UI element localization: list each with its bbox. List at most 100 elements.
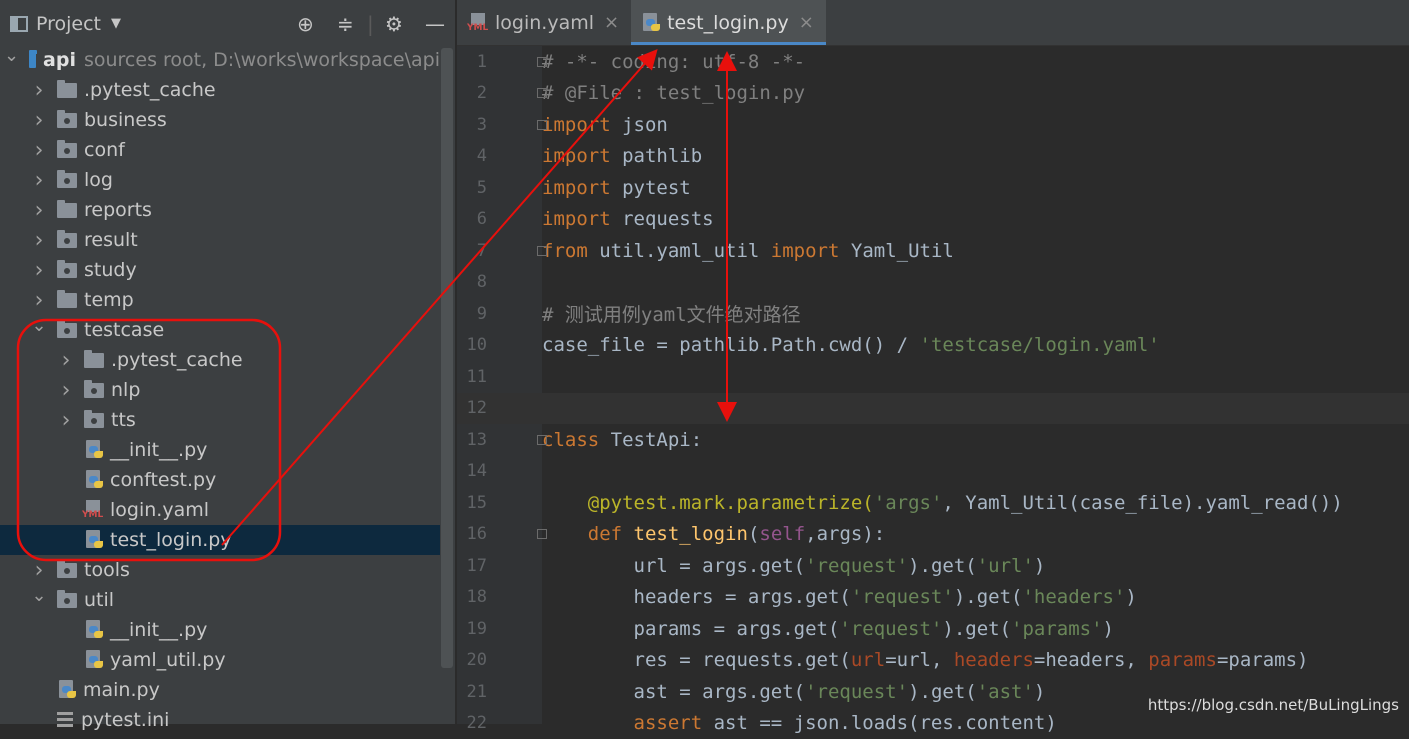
chevron-right-icon[interactable]: › xyxy=(58,348,74,373)
fold-marker-icon[interactable] xyxy=(537,435,547,445)
chevron-right-icon[interactable]: › xyxy=(31,138,47,163)
chevron-right-icon[interactable]: › xyxy=(31,288,47,313)
chevron-right-icon[interactable]: › xyxy=(31,258,47,283)
code-line[interactable]: 8 xyxy=(457,267,1409,299)
chevron-right-icon[interactable]: › xyxy=(31,228,47,253)
tab-test-login-py[interactable]: test_login.py× xyxy=(631,0,826,45)
tree-item-tools[interactable]: ›tools xyxy=(0,555,440,585)
tree-item-log[interactable]: › log xyxy=(0,165,440,195)
fold-marker-icon[interactable] xyxy=(537,120,547,130)
code-line[interactable]: 4import pathlib xyxy=(457,141,1409,173)
code-line[interactable]: 11 xyxy=(457,361,1409,393)
chevron-down-icon[interactable]: ⌄ xyxy=(31,585,47,606)
code-line[interactable]: 2# @File : test_login.py xyxy=(457,78,1409,110)
tree-item-pytest-cache[interactable]: ›.pytest_cache xyxy=(0,75,440,105)
code-line[interactable]: 12 xyxy=(457,393,1409,425)
tree-item-label: business xyxy=(84,109,167,131)
tree-item-conftest-py[interactable]: conftest.py xyxy=(0,465,440,495)
code-token: 'params' xyxy=(1011,618,1103,640)
tree-item-label: reports xyxy=(84,199,152,221)
chevron-right-icon[interactable]: › xyxy=(31,168,47,193)
code-line[interactable]: 18 headers = args.get('request').get('he… xyxy=(457,582,1409,614)
code-line[interactable]: 10case_file = pathlib.Path.cwd() / 'test… xyxy=(457,330,1409,362)
tree-item-result[interactable]: ›result xyxy=(0,225,440,255)
tree-item-label: pytest.ini xyxy=(81,709,169,731)
tree-item-util[interactable]: ⌄util xyxy=(0,585,440,615)
chevron-right-icon[interactable]: › xyxy=(58,378,74,403)
tree-item-init-py[interactable]: __init__.py xyxy=(0,615,440,645)
chevron-down-icon[interactable]: ⌄ xyxy=(4,45,19,66)
code-line[interactable]: 20 res = requests.get(url=url, headers=h… xyxy=(457,645,1409,677)
tree-item-init-py[interactable]: __init__.py xyxy=(0,435,440,465)
code-token: # @File : test_login.py xyxy=(542,82,805,104)
code-line[interactable]: 15 @pytest.mark.parametrize('args', Yaml… xyxy=(457,487,1409,519)
project-tree: ⌄apisources root, D:\works\workspace\api… xyxy=(0,45,440,735)
gear-icon[interactable]: ⚙ xyxy=(385,12,403,36)
code-line[interactable]: 3import json xyxy=(457,109,1409,141)
close-icon[interactable]: × xyxy=(604,12,619,33)
tree-item-study[interactable]: ›study xyxy=(0,255,440,285)
tree-item-yaml-util-py[interactable]: yaml_util.py xyxy=(0,645,440,675)
tree-item-main-py[interactable]: main.py xyxy=(0,675,440,705)
code-line[interactable]: 9# 测试用例yaml文件绝对路径 xyxy=(457,298,1409,330)
fold-marker-icon[interactable] xyxy=(537,529,547,539)
watermark: https://blog.csdn.net/BuLingLings xyxy=(1148,696,1399,714)
tree-item-conf[interactable]: ›conf xyxy=(0,135,440,165)
tree-item-pytest-ini[interactable]: pytest.ini xyxy=(0,705,440,735)
code-line[interactable]: 5import pytest xyxy=(457,172,1409,204)
tree-item-temp[interactable]: ›temp xyxy=(0,285,440,315)
code-token: 'request' xyxy=(839,618,942,640)
fold-marker-icon[interactable] xyxy=(537,246,547,256)
line-number: 1 xyxy=(457,52,542,72)
code-line[interactable]: 7from util.yaml_util import Yaml_Util xyxy=(457,235,1409,267)
chevron-right-icon[interactable]: › xyxy=(58,408,74,433)
fold-marker-icon[interactable] xyxy=(537,88,547,98)
tree-item-api[interactable]: ⌄apisources root, D:\works\workspace\api xyxy=(0,45,440,75)
chevron-right-icon[interactable]: › xyxy=(31,558,47,583)
tree-item-label: api xyxy=(43,49,76,71)
tree-item-label: log xyxy=(84,169,113,191)
source-root-folder-icon xyxy=(29,53,36,68)
editor-tabs: YMLlogin.yaml×test_login.py× xyxy=(457,0,1409,46)
tab-login-yaml[interactable]: YMLlogin.yaml× xyxy=(457,0,631,45)
package-folder-icon xyxy=(57,263,77,278)
minimize-icon[interactable]: — xyxy=(425,12,445,36)
code-token: ) xyxy=(1125,586,1136,608)
code-line[interactable]: 1# -*- coding: utf-8 -*- xyxy=(457,46,1409,78)
fold-marker-icon[interactable] xyxy=(537,57,547,67)
code-line[interactable]: 19 params = args.get('request').get('par… xyxy=(457,613,1409,645)
chevron-right-icon[interactable]: › xyxy=(31,78,47,103)
tree-item-business[interactable]: › business xyxy=(0,105,440,135)
code-line[interactable]: 16 def test_login(self,args): xyxy=(457,519,1409,551)
line-number: 10 xyxy=(457,335,542,355)
tree-item-nlp[interactable]: ›nlp xyxy=(0,375,440,405)
code-line[interactable]: 17 url = args.get('request').get('url') xyxy=(457,550,1409,582)
tree-item-tts[interactable]: ›tts xyxy=(0,405,440,435)
line-number: 7 xyxy=(457,241,542,261)
python-file-icon xyxy=(57,680,77,700)
tree-item-testcase[interactable]: ⌄testcase xyxy=(0,315,440,345)
chevron-right-icon[interactable]: › xyxy=(31,108,47,133)
project-panel-title[interactable]: Project xyxy=(36,13,101,35)
code-token: ( xyxy=(748,523,759,545)
code-line[interactable]: 6import requests xyxy=(457,204,1409,236)
locate-icon[interactable]: ⊕ xyxy=(297,12,314,36)
code-line[interactable]: 13class TestApi: xyxy=(457,424,1409,456)
python-file-icon xyxy=(84,530,104,550)
close-icon[interactable]: × xyxy=(799,12,814,33)
collapse-all-icon[interactable]: ≑ xyxy=(337,12,354,36)
code-token: ) xyxy=(1034,555,1045,577)
chevron-down-icon[interactable]: ⌄ xyxy=(31,315,47,336)
tree-item-reports[interactable]: › reports xyxy=(0,195,440,225)
chevron-right-icon[interactable]: › xyxy=(31,198,47,223)
package-folder-icon xyxy=(57,113,77,128)
code-token: ast == json.loads(res.content) xyxy=(702,712,1057,734)
tree-item-login-yaml[interactable]: YMLlogin.yaml xyxy=(0,495,440,525)
tree-item-test-login-py[interactable]: test_login.py xyxy=(0,525,440,555)
code-view[interactable]: 1# -*- coding: utf-8 -*-2# @File : test_… xyxy=(457,46,1409,739)
sidebar-scrollbar[interactable] xyxy=(441,48,453,668)
code-text: res = requests.get(url=url, headers=head… xyxy=(542,649,1308,671)
tree-item-pytest-cache[interactable]: ›.pytest_cache xyxy=(0,345,440,375)
code-line[interactable]: 14 xyxy=(457,456,1409,488)
chevron-down-icon[interactable]: ▼ xyxy=(111,16,121,31)
